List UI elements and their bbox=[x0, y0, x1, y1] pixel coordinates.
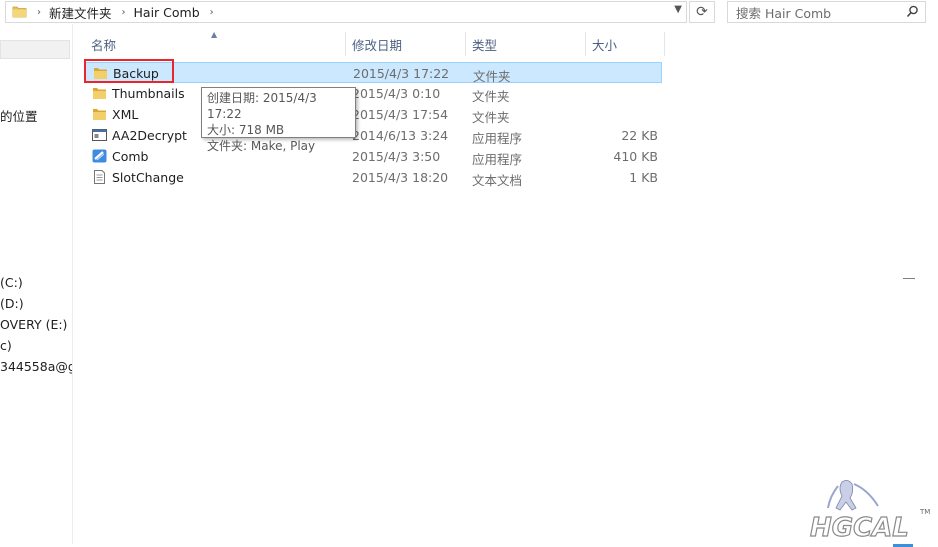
address-bar[interactable]: › 新建文件夹 › Hair Comb › ▼ bbox=[5, 1, 687, 23]
file-type: 应用程序 bbox=[472, 131, 523, 146]
text-document-icon bbox=[92, 170, 107, 184]
sort-ascending-icon: ▲ bbox=[211, 30, 218, 39]
refresh-icon: ⟳ bbox=[696, 4, 708, 20]
file-name: XML bbox=[112, 107, 139, 122]
file-date: 2014/6/13 3:24 bbox=[352, 128, 449, 143]
pane-divider[interactable] bbox=[72, 24, 73, 544]
search-placeholder: 搜索 Hair Comb bbox=[736, 5, 832, 21]
highlight-box bbox=[84, 59, 174, 83]
column-header-name[interactable]: 名称 bbox=[91, 35, 116, 54]
watermark-text: HGCAL bbox=[810, 513, 909, 543]
navigation-pane[interactable]: 的位置 (C:) (D:) OVERY (E:) c) 344558a@gr bbox=[0, 24, 72, 547]
file-name: SlotChange bbox=[112, 170, 184, 185]
file-date: 2015/4/3 3:50 bbox=[352, 149, 441, 164]
nav-item-drive-d[interactable]: (D:) bbox=[0, 296, 24, 311]
file-row-thumbnails[interactable]: Thumbnails 2015/4/3 0:10 文件夹 bbox=[85, 83, 662, 104]
file-row-comb[interactable]: Comb 2015/4/3 3:50 应用程序 410 KB bbox=[85, 146, 662, 167]
file-type: 文件夹 bbox=[472, 110, 510, 125]
folder-icon bbox=[92, 86, 107, 100]
file-type: 应用程序 bbox=[472, 152, 523, 167]
search-input[interactable]: 搜索 Hair Comb bbox=[727, 1, 926, 23]
tooltip-created-date: 创建日期: 2015/4/3 17:22 bbox=[207, 91, 317, 121]
column-divider[interactable] bbox=[465, 32, 466, 56]
file-date: 2015/4/3 18:20 bbox=[352, 170, 449, 185]
folder-icon bbox=[12, 4, 27, 21]
chevron-down-icon[interactable]: ▼ bbox=[674, 4, 682, 15]
file-size: 1 KB bbox=[629, 170, 658, 185]
folder-icon bbox=[92, 107, 107, 121]
file-name: Comb bbox=[112, 149, 149, 164]
refresh-button[interactable]: ⟳ bbox=[689, 1, 715, 23]
nav-item[interactable]: 的位置 bbox=[0, 106, 38, 125]
breadcrumb-separator-icon[interactable]: › bbox=[37, 7, 41, 18]
column-header-size[interactable]: 大小 bbox=[592, 35, 617, 54]
file-type: 文本文档 bbox=[472, 173, 523, 188]
column-header-type[interactable]: 类型 bbox=[472, 35, 497, 54]
breadcrumb-item[interactable]: Hair Comb bbox=[134, 5, 200, 20]
file-name: Thumbnails bbox=[112, 86, 185, 101]
file-date: 2015/4/3 17:54 bbox=[352, 107, 449, 122]
nav-selected-item[interactable] bbox=[0, 40, 70, 59]
folder-tooltip: 创建日期: 2015/4/3 17:22 大小: 718 MB 文件夹: Mak… bbox=[201, 87, 356, 153]
watermark-tm: TM bbox=[919, 508, 930, 516]
nav-item-network[interactable]: 344558a@gr bbox=[0, 359, 72, 374]
file-row-aa2decrypt[interactable]: AA2Decrypt 2014/6/13 3:24 应用程序 22 KB bbox=[85, 125, 662, 146]
nav-item[interactable]: c) bbox=[0, 338, 12, 353]
file-name: AA2Decrypt bbox=[112, 128, 187, 143]
breadcrumb-separator-icon[interactable]: › bbox=[210, 7, 214, 18]
breadcrumb-separator-icon[interactable]: › bbox=[122, 7, 126, 18]
file-type: 文件夹 bbox=[472, 89, 510, 104]
scrollbar-marker[interactable] bbox=[903, 278, 915, 279]
column-divider[interactable] bbox=[664, 32, 665, 56]
breadcrumb-item[interactable]: 新建文件夹 bbox=[49, 3, 112, 22]
file-row-xml[interactable]: XML 2015/4/3 17:54 文件夹 bbox=[85, 104, 662, 125]
column-divider[interactable] bbox=[345, 32, 346, 56]
watermark-logo: HGCAL TM bbox=[808, 478, 938, 544]
file-size: 410 KB bbox=[613, 149, 658, 164]
file-size: 22 KB bbox=[621, 128, 658, 143]
column-header-date[interactable]: 修改日期 bbox=[352, 35, 402, 54]
file-date: 2015/4/3 17:22 bbox=[353, 66, 450, 81]
file-row-slotchange[interactable]: SlotChange 2015/4/3 18:20 文本文档 1 KB bbox=[85, 167, 662, 188]
file-date: 2015/4/3 0:10 bbox=[352, 86, 441, 101]
nav-item-drive-c[interactable]: (C:) bbox=[0, 275, 23, 290]
column-divider[interactable] bbox=[585, 32, 586, 56]
tooltip-contents: 文件夹: Make, Play bbox=[207, 139, 316, 153]
nav-item-drive-e[interactable]: OVERY (E:) bbox=[0, 317, 67, 332]
search-icon[interactable] bbox=[906, 5, 919, 21]
comb-app-icon bbox=[92, 149, 107, 163]
tooltip-size: 大小: 718 MB bbox=[207, 123, 285, 137]
app-window-icon bbox=[92, 128, 107, 142]
